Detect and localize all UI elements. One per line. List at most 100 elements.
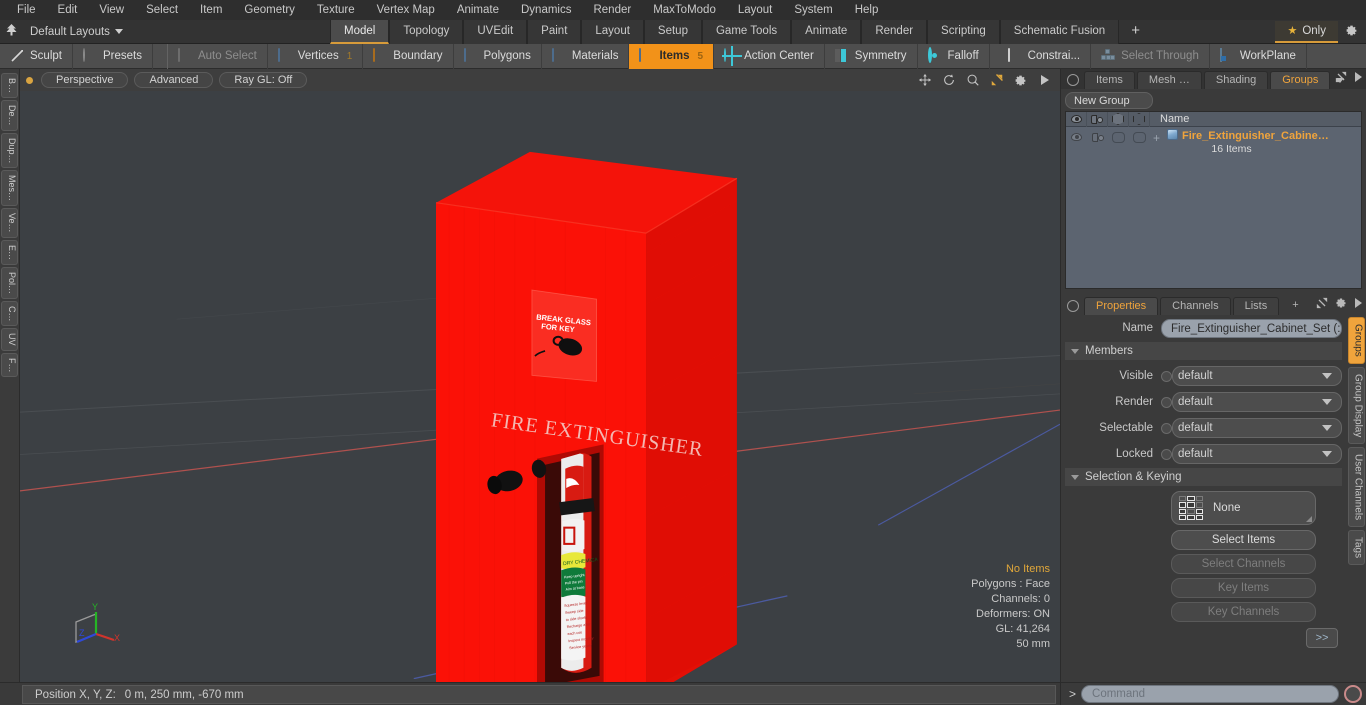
only-toggle[interactable]: ★ Only: [1275, 21, 1338, 43]
group-list-row[interactable]: + Fire_Extinguisher_Cabine… 16 Items: [1066, 127, 1361, 159]
presets-button[interactable]: Presets: [73, 43, 153, 69]
tab-game-tools[interactable]: Game Tools: [701, 20, 792, 44]
select-items-button[interactable]: Select Items: [1171, 530, 1316, 550]
menu-item-maxtomodo[interactable]: MaxToModo: [642, 0, 727, 20]
group-list-empty-area[interactable]: [1066, 159, 1361, 288]
visible-dropdown[interactable]: default: [1172, 366, 1342, 386]
gear-icon[interactable]: [1013, 73, 1028, 88]
vtab-basic[interactable]: B…: [1, 73, 18, 99]
expand-icon[interactable]: [1316, 297, 1328, 312]
select-through-button[interactable]: Select Through: [1091, 43, 1210, 69]
selection-set-picker[interactable]: None: [1171, 491, 1316, 525]
resize-grip-icon[interactable]: [1306, 516, 1312, 522]
fire-extinguisher-cabinet-model[interactable]: BREAK GLASS FOR KEY FIRE EXTINGUISHER DR…: [20, 91, 1060, 682]
add-properties-tab[interactable]: +: [1281, 297, 1309, 315]
vtab-mesh[interactable]: Mes…: [1, 170, 18, 207]
name-input[interactable]: Fire_Extinguisher_Cabinet_Set (:: [1161, 318, 1342, 338]
side-tab-user-channels[interactable]: User Channels: [1347, 447, 1365, 528]
menu-item-view[interactable]: View: [88, 0, 135, 20]
vtab-polygon[interactable]: Pol…: [1, 266, 18, 299]
vtab-edge[interactable]: E…: [1, 239, 18, 265]
group-row-name-cell[interactable]: + Fire_Extinguisher_Cabine… 16 Items: [1150, 127, 1361, 155]
selectable-radio[interactable]: [1161, 422, 1172, 434]
vtab-deform[interactable]: De…: [1, 100, 18, 131]
menu-item-geometry[interactable]: Geometry: [233, 0, 306, 20]
tab-properties[interactable]: Properties: [1084, 297, 1159, 315]
falloff-button[interactable]: Falloff: [918, 43, 990, 69]
polygons-button[interactable]: Polygons: [454, 43, 542, 69]
side-tab-groups[interactable]: Groups: [1347, 317, 1365, 364]
tab-layout[interactable]: Layout: [581, 20, 644, 44]
gear-icon[interactable]: [1335, 297, 1347, 312]
workplane-button[interactable]: WorkPlane: [1210, 43, 1307, 69]
tab-shading[interactable]: Shading: [1203, 71, 1269, 89]
tab-paint[interactable]: Paint: [527, 20, 582, 44]
play-icon[interactable]: [1354, 72, 1362, 85]
record-icon[interactable]: [1344, 685, 1362, 703]
sculpt-button[interactable]: Sculpt: [0, 43, 73, 69]
tab-channels[interactable]: Channels: [1160, 297, 1231, 315]
tab-model[interactable]: Model: [330, 20, 390, 44]
play-icon[interactable]: [1354, 298, 1362, 311]
3d-viewport[interactable]: BREAK GLASS FOR KEY FIRE EXTINGUISHER DR…: [20, 91, 1060, 682]
selectable-dropdown[interactable]: default: [1172, 418, 1342, 438]
menu-item-help[interactable]: Help: [844, 0, 890, 20]
visible-radio[interactable]: [1161, 370, 1172, 382]
menu-item-item[interactable]: Item: [189, 0, 233, 20]
tab-topology[interactable]: Topology: [389, 20, 464, 44]
properties-menu-icon[interactable]: [1067, 300, 1079, 312]
tab-scripting[interactable]: Scripting: [927, 20, 1000, 44]
axis-gizmo[interactable]: Y X Z: [64, 600, 124, 660]
menu-item-edit[interactable]: Edit: [47, 0, 89, 20]
symmetry-button[interactable]: Symmetry: [825, 43, 918, 69]
render-dropdown[interactable]: default: [1172, 392, 1342, 412]
tab-lists[interactable]: Lists: [1232, 297, 1280, 315]
gear-icon[interactable]: [1340, 24, 1362, 40]
locked-dropdown[interactable]: default: [1172, 444, 1342, 464]
vtab-fusion[interactable]: F…: [1, 352, 18, 378]
command-input[interactable]: Command: [1081, 685, 1339, 703]
zoom-icon[interactable]: [965, 73, 980, 88]
tab-mesh[interactable]: Mesh …: [1136, 71, 1202, 89]
tab-groups[interactable]: Groups: [1270, 71, 1331, 89]
row-render-icon[interactable]: [1087, 127, 1108, 147]
menu-item-file[interactable]: File: [6, 0, 47, 20]
raygl-selector[interactable]: Ray GL: Off: [219, 72, 308, 88]
vtab-curve[interactable]: C…: [1, 300, 18, 327]
constraint-button[interactable]: Constrai...: [998, 43, 1092, 69]
play-icon[interactable]: [1037, 73, 1052, 88]
materials-button[interactable]: Materials: [542, 43, 630, 69]
menu-item-system[interactable]: System: [783, 0, 843, 20]
rotate-icon[interactable]: [941, 73, 956, 88]
tab-items[interactable]: Items: [1084, 71, 1135, 89]
fit-icon[interactable]: [989, 73, 1004, 88]
move-icon[interactable]: [917, 73, 932, 88]
panel-menu-icon[interactable]: [1067, 74, 1079, 86]
forward-button[interactable]: >>: [1306, 628, 1338, 648]
vertices-button[interactable]: Vertices 1: [268, 43, 364, 69]
row-eye-icon[interactable]: [1066, 127, 1087, 147]
projection-selector[interactable]: Perspective: [41, 72, 129, 88]
items-button[interactable]: Items 5: [629, 43, 715, 69]
shading-selector[interactable]: Advanced: [134, 72, 214, 88]
new-group-button[interactable]: New Group: [1065, 92, 1153, 109]
tab-animate[interactable]: Animate: [791, 20, 862, 44]
menu-item-layout[interactable]: Layout: [727, 0, 784, 20]
menu-item-dynamics[interactable]: Dynamics: [510, 0, 582, 20]
selection-keying-section-header[interactable]: Selection & Keying: [1065, 468, 1342, 486]
vtab-duplicate[interactable]: Dup…: [1, 132, 18, 169]
layout-select[interactable]: Default Layouts: [22, 26, 131, 38]
side-tab-group-display[interactable]: Group Display: [1347, 366, 1365, 445]
row-hex-outline-toggle[interactable]: [1129, 127, 1150, 147]
menu-item-select[interactable]: Select: [135, 0, 189, 20]
add-tab-button[interactable]: +: [1119, 20, 1152, 44]
menu-item-texture[interactable]: Texture: [306, 0, 366, 20]
menu-item-animate[interactable]: Animate: [446, 0, 510, 20]
row-hex-toggle[interactable]: [1108, 127, 1129, 147]
tab-render[interactable]: Render: [861, 20, 928, 44]
tab-uvedit[interactable]: UVEdit: [463, 20, 528, 44]
group-list[interactable]: Name + Fire_Extinguisher_Cabine… 16 Item…: [1065, 111, 1362, 289]
action-center-button[interactable]: Action Center: [714, 43, 825, 69]
tab-setup[interactable]: Setup: [643, 20, 702, 44]
locked-radio[interactable]: [1161, 448, 1172, 460]
